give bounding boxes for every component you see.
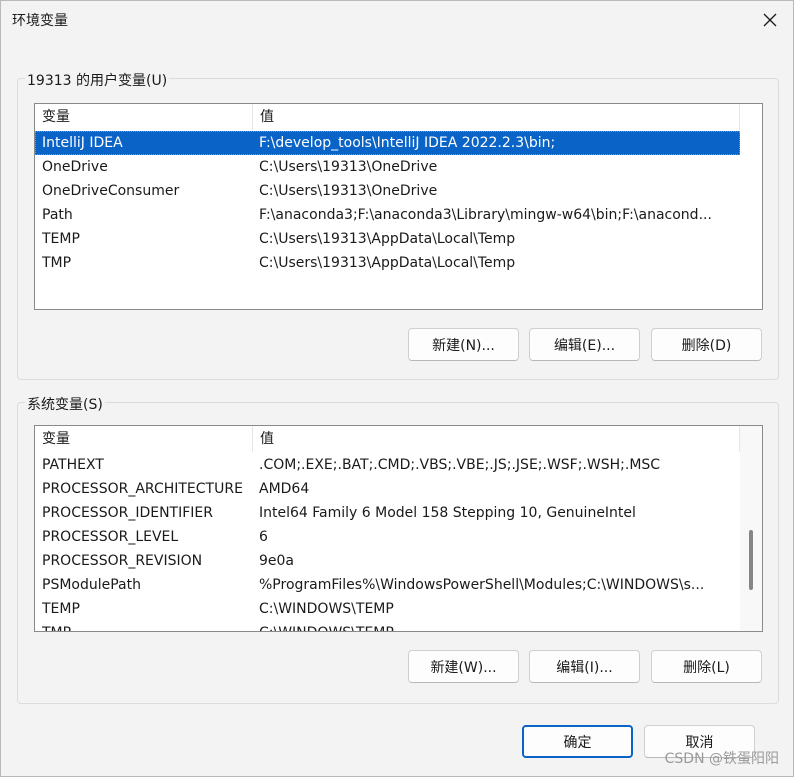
variable-name: OneDriveConsumer [42,183,180,199]
user-vars-group-label: 19313 的用户变量(U) [25,70,170,90]
system-delete-button[interactable]: 删除(L) [651,650,762,683]
variable-name: PATHEXT [42,457,104,473]
list-item[interactable]: TEMP C:\Users\19313\AppData\Local\Temp [35,227,740,251]
variable-value: 6 [259,529,268,545]
user-vars-list[interactable]: 变量 值 IntelliJ IDEA F:\develop_tools\Intel… [34,103,763,310]
variable-name: TMP [42,255,72,271]
system-vars-scrollbar[interactable] [740,426,762,631]
variable-value: C:\Users\19313\AppData\Local\Temp [259,231,516,247]
ok-button[interactable]: 确定 [522,725,633,758]
variable-name: OneDrive [42,159,108,175]
variable-name: TMP [42,621,252,631]
close-button[interactable] [747,1,793,39]
env-vars-dialog: 环境变量 19313 的用户变量(U) 变量 值 IntelliJ IDEA F:… [0,0,794,777]
variable-value: .COM;.EXE;.BAT;.CMD;.VBS;.VBE;.JS;.JSE;.… [259,457,661,473]
variable-name: PROCESSOR_IDENTIFIER [42,505,213,521]
list-item[interactable]: TMP C:\Users\19313\AppData\Local\Temp [35,251,740,275]
system-edit-button[interactable]: 编辑(I)... [529,650,640,683]
user-new-button[interactable]: 新建(N)... [408,328,519,361]
system-vars-group-label: 系统变量(S) [25,394,105,414]
close-icon [763,13,777,27]
list-item[interactable]: PROCESSOR_ARCHITECTURE AMD64 [35,477,740,501]
scrollbar-thumb[interactable] [749,530,753,590]
variable-name: TEMP [42,231,80,247]
variable-value: %ProgramFiles%\WindowsPowerShell\Modules… [259,577,705,593]
variable-value: C:\Users\19313\OneDrive [259,159,438,175]
system-new-button[interactable]: 新建(W)... [408,650,519,683]
variable-name: Path [42,207,73,223]
list-item[interactable]: PROCESSOR_IDENTIFIER Intel64 Family 6 Mod… [35,501,740,525]
dialog-title: 环境变量 [12,13,68,29]
user-edit-button[interactable]: 编辑(E)... [529,328,640,361]
list-item[interactable]: Path F:\anaconda3;F:\anaconda3\Library\mi… [35,203,740,227]
list-item[interactable]: OneDriveConsumer C:\Users\19313\OneDrive [35,179,740,203]
column-header-variable[interactable]: 变量 [35,104,253,130]
variable-value: AMD64 [259,481,310,497]
list-item[interactable]: PROCESSOR_LEVEL 6 [35,525,740,549]
list-item[interactable]: TEMP C:\WINDOWS\TEMP [35,597,740,621]
focus-rect [35,131,740,155]
list-item[interactable]: OneDrive C:\Users\19313\OneDrive [35,155,740,179]
variable-name: PROCESSOR_ARCHITECTURE [42,481,243,497]
list-item[interactable]: PROCESSOR_REVISION 9e0a [35,549,740,573]
user-vars-header: 变量 值 [35,104,762,130]
variable-name: TEMP [42,601,80,617]
variable-value: F:\anaconda3;F:\anaconda3\Library\mingw-… [259,207,712,223]
column-header-value[interactable]: 值 [253,426,739,452]
list-item[interactable]: IntelliJ IDEA F:\develop_tools\IntelliJ I… [35,131,740,155]
variable-value: C:\Users\19313\AppData\Local\Temp [259,255,516,271]
column-header-value[interactable]: 值 [253,104,739,130]
variable-name: PROCESSOR_REVISION [42,553,203,569]
list-item[interactable]: TMP C:\WINDOWS\TEMP [35,621,740,631]
system-vars-header: 变量 值 [35,426,762,452]
variable-value: 9e0a [259,553,295,569]
variable-value: Intel64 Family 6 Model 158 Stepping 10, … [259,505,636,521]
title-bar[interactable]: 环境变量 [1,1,793,39]
watermark: CSDN @铁蛋阳阳 [664,751,779,767]
column-header-variable[interactable]: 变量 [35,426,253,452]
system-vars-list[interactable]: 变量 值 PATHEXT .COM;.EXE;.BAT;.CMD;.VBS;.VB… [34,425,763,632]
variable-value: C:\Users\19313\OneDrive [259,183,438,199]
column-separator[interactable] [739,104,740,130]
list-item[interactable]: PATHEXT .COM;.EXE;.BAT;.CMD;.VBS;.VBE;.JS… [35,453,740,477]
variable-name: PSModulePath [42,577,141,593]
variable-name: PROCESSOR_LEVEL [42,529,179,545]
user-delete-button[interactable]: 删除(D) [651,328,762,361]
variable-value: C:\WINDOWS\TEMP [259,601,394,617]
list-item[interactable]: PSModulePath %ProgramFiles%\WindowsPowerS… [35,573,740,597]
variable-value: C:\WINDOWS\TEMP [259,621,739,631]
